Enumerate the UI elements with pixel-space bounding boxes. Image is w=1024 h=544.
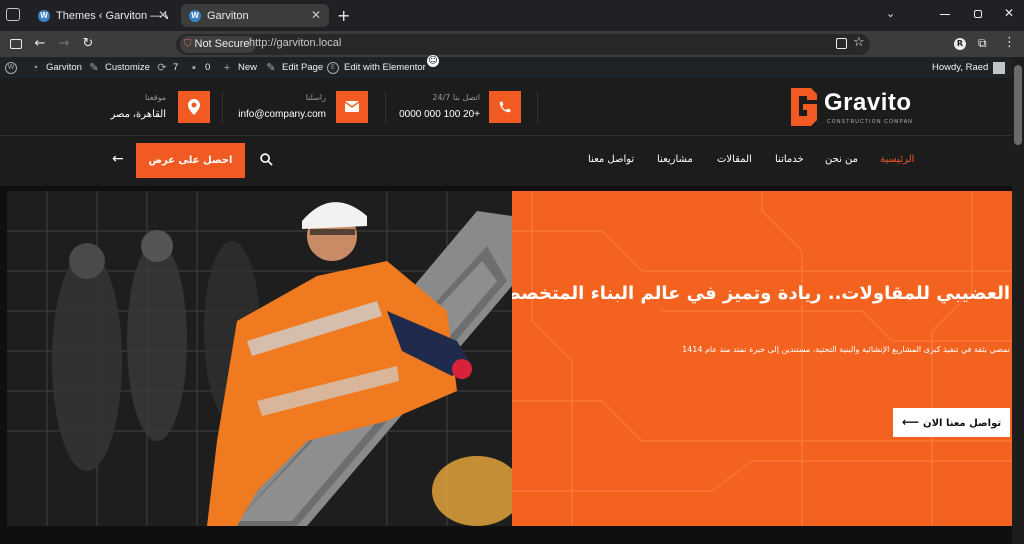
- nav-item-articles[interactable]: المقالات: [717, 154, 752, 165]
- pencil-icon: ✎: [266, 61, 276, 74]
- elementor-icon: E: [327, 61, 339, 74]
- emoji-icon: ☺: [427, 55, 439, 67]
- hero-panel: العضيبي للمقاولات.. ريادة وتميز في عالم …: [512, 191, 1018, 526]
- url-text[interactable]: http://garviton.local: [249, 37, 341, 49]
- menu-icon[interactable]: ⋮: [1003, 35, 1016, 50]
- nav-item-about[interactable]: من نحن: [825, 154, 858, 165]
- extensions-icon[interactable]: ⧉: [978, 36, 987, 51]
- forward-icon[interactable]: →: [55, 35, 73, 53]
- browser-tab-bar: W Themes ‹ Garviton — WordPress ✕ W Garv…: [0, 0, 1024, 31]
- phone-label: اتصل بنا 24/7: [432, 93, 480, 102]
- wordpress-icon: W: [38, 9, 50, 22]
- wordpress-icon: W: [5, 61, 17, 74]
- hero-image: [7, 191, 512, 526]
- email-label: راسلنا: [305, 93, 326, 102]
- wordpress-icon: W: [189, 9, 201, 22]
- contact-now-label: تواصل معنا الان: [923, 418, 1002, 429]
- security-label: Not Secure: [194, 38, 250, 50]
- updates-count: 7: [173, 62, 179, 73]
- wp-logo[interactable]: W: [5, 57, 22, 78]
- star-icon[interactable]: ☆: [853, 35, 865, 50]
- minimize-icon[interactable]: [940, 14, 950, 15]
- address-bar[interactable]: ⛉ Not Secure http://garviton.local ☆: [176, 34, 870, 55]
- install-icon[interactable]: [836, 38, 847, 49]
- logo[interactable]: Gravito CONSTRUCTION COMPAN: [789, 86, 924, 128]
- wp-customize[interactable]: ✎ Customize: [88, 57, 150, 78]
- hero-description: نمضي بثقة في تنفيذ كبرى المشاريع الإنشائ…: [682, 345, 1010, 354]
- hero-title: العضيبي للمقاولات.. ريادة وتميز في عالم …: [512, 283, 1010, 304]
- sidebar-icon[interactable]: [10, 39, 22, 49]
- profile-avatar[interactable]: R: [954, 38, 966, 50]
- comment-icon: ▪: [192, 61, 196, 74]
- customize-label: Customize: [105, 62, 150, 73]
- tab-title: Themes ‹ Garviton — WordPress: [56, 9, 168, 22]
- location-value: القاهرة، مصر: [110, 109, 166, 120]
- shield-icon: ⛉: [184, 39, 192, 50]
- wp-edit-page[interactable]: ✎ Edit Page: [265, 57, 323, 78]
- edit-elementor-label: Edit with Elementor: [344, 62, 426, 73]
- panel-pattern: [512, 191, 1018, 526]
- reload-icon[interactable]: ↻: [79, 35, 97, 53]
- close-icon[interactable]: ✕: [158, 8, 168, 22]
- wp-admin-bar: W ◔ Garviton ✎ Customize ⟳ 7 ▪ 0 + New ✎…: [0, 57, 1024, 78]
- wp-howdy[interactable]: Howdy, Raed: [932, 57, 1006, 78]
- get-quote-button[interactable]: احصل على عرض سعر: [136, 143, 245, 201]
- tab-title: Garviton: [207, 9, 249, 22]
- close-window-icon[interactable]: ✕: [1004, 6, 1014, 20]
- nav-item-home[interactable]: الرئيسية: [880, 154, 914, 165]
- chevron-down-icon[interactable]: ⌄: [886, 7, 895, 20]
- back-icon[interactable]: ←: [31, 35, 49, 53]
- nav-item-contact[interactable]: تواصل معنا: [588, 154, 634, 165]
- main-nav: ← احصل على عرض سعر تواصل معنا مشاريعنا ا…: [0, 136, 1024, 201]
- divider: [537, 91, 538, 123]
- contact-now-button[interactable]: ⟵ تواصل معنا الان: [893, 408, 1010, 437]
- tab-themes[interactable]: W Themes ‹ Garviton — WordPress ✕: [30, 4, 176, 27]
- wp-edit-elementor[interactable]: E Edit with Elementor: [327, 57, 426, 78]
- phone-value[interactable]: 0000 000 100 20+: [390, 109, 480, 120]
- email-value[interactable]: info@company.com: [226, 109, 326, 120]
- site-header: موقعنا القاهرة، مصر راسلنا info@company.…: [0, 78, 1024, 136]
- howdy-label: Howdy, Raed: [932, 62, 989, 73]
- arrow-left-icon[interactable]: ←: [112, 151, 124, 167]
- edit-page-label: Edit Page: [282, 62, 324, 73]
- updates-icon: ⟳: [157, 61, 167, 74]
- location-pin-icon: [178, 91, 210, 123]
- plus-icon: +: [223, 61, 231, 74]
- wp-comments[interactable]: ▪ 0: [188, 57, 210, 78]
- logo-mark-icon: [791, 88, 817, 126]
- wp-new[interactable]: + New: [221, 57, 257, 78]
- wp-site-name[interactable]: ◔ Garviton: [29, 57, 82, 78]
- divider: [222, 91, 223, 123]
- browser-toolbar: ← → ↻ ⛉ Not Secure http://garviton.local…: [0, 31, 1024, 57]
- arrow-left-icon: ⟵: [901, 415, 920, 429]
- search-icon[interactable]: [260, 151, 273, 170]
- location-label: موقعنا: [145, 93, 166, 102]
- page-scrollbar[interactable]: [1012, 57, 1024, 544]
- tab-actions-icon[interactable]: [6, 8, 20, 21]
- logo-text: Gravito: [824, 89, 912, 116]
- new-label: New: [238, 62, 258, 73]
- site-name-label: Garviton: [46, 62, 82, 73]
- new-tab-button[interactable]: +: [337, 6, 350, 25]
- dashboard-icon: ◔: [31, 61, 39, 74]
- envelope-icon: [336, 91, 368, 123]
- security-chip[interactable]: ⛉ Not Secure: [180, 36, 256, 53]
- restore-icon[interactable]: [974, 10, 982, 18]
- wp-updates[interactable]: ⟳ 7: [156, 57, 178, 78]
- close-icon[interactable]: ✕: [311, 8, 321, 22]
- nav-item-services[interactable]: خدماتنا: [775, 154, 804, 165]
- tab-garviton[interactable]: W Garviton ✕: [181, 4, 329, 27]
- brush-icon: ✎: [89, 61, 99, 74]
- hero-section: العضيبي للمقاولات.. ريادة وتميز في عالم …: [0, 186, 1024, 544]
- nav-item-projects[interactable]: مشاريعنا: [657, 154, 693, 165]
- avatar: [993, 61, 1006, 74]
- comments-count: 0: [205, 62, 211, 73]
- scrollbar-thumb[interactable]: [1014, 65, 1022, 145]
- phone-icon: [489, 91, 521, 123]
- divider: [385, 91, 386, 123]
- logo-tagline: CONSTRUCTION COMPAN: [827, 119, 914, 125]
